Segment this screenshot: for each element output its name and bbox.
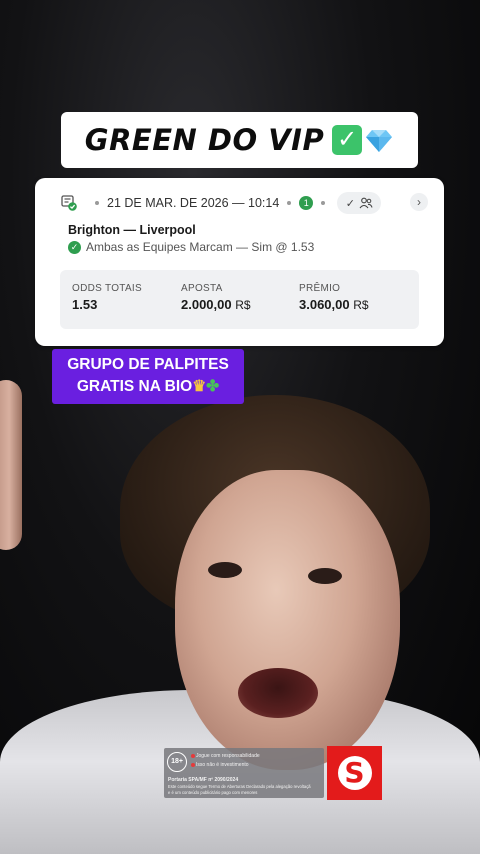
match-name: Brighton — Liverpool <box>68 223 196 237</box>
gem-stone-icon <box>366 130 393 152</box>
users-icon <box>359 197 373 209</box>
stake-label: APOSTA <box>181 283 223 294</box>
title-banner: GREEN DO VIP ✓ <box>61 112 418 168</box>
promo-line2-row: GRATIS NA BIO♛✤ <box>52 376 244 398</box>
disclaimer-line5: e é um conteúdo publicitário pago com me… <box>168 790 258 795</box>
promo-line2: GRATIS NA BIO <box>76 378 193 395</box>
checkmark-icon: ✓ <box>345 197 355 210</box>
bet-slip-card[interactable]: 21 DE MAR. DE 2026 — 10:14 1 ✓ › Brighto… <box>35 178 444 346</box>
chevron-right-icon[interactable]: › <box>410 193 428 211</box>
red-dot-icon <box>191 754 195 758</box>
white-check-mark-icon: ✓ <box>332 125 363 155</box>
ticket-check-icon <box>61 195 77 211</box>
bet-header: 21 DE MAR. DE 2026 — 10:14 1 ✓ <box>61 192 382 214</box>
disclaimer-line2: Isso não é investimento <box>196 762 249 768</box>
title-text: GREEN DO VIP <box>84 123 325 157</box>
left-eye <box>208 562 242 578</box>
age-restriction-badge: 18+ <box>167 752 187 772</box>
promo-banner: GRUPO DE PALPITES GRATIS NA BIO♛✤ <box>52 349 244 404</box>
total-odds-value: 1.53 <box>72 297 98 312</box>
four-leaf-clover-icon: ✤ <box>206 378 220 395</box>
total-odds-label: ODDS TOTAIS <box>72 283 142 294</box>
disclaimer-line3: Portaria SPA/MF nº 2090/2024 <box>168 777 239 783</box>
prize-value: 3.060,00 <box>299 297 350 312</box>
stake-amount: 2.000,00 R$ <box>181 297 251 312</box>
total-odds: ODDS TOTAIS 1.53 <box>72 283 142 312</box>
face <box>175 470 400 770</box>
separator-dot <box>287 201 292 205</box>
selections-count-badge: 1 <box>299 196 314 210</box>
stake-value: 2.000,00 <box>181 297 232 312</box>
stake: APOSTA 2.000,00 R$ <box>181 283 251 312</box>
right-eye <box>308 568 342 584</box>
bet-summary: ODDS TOTAIS 1.53 APOSTA 2.000,00 R$ PRÊM… <box>60 270 419 329</box>
share-pill[interactable]: ✓ <box>337 192 382 214</box>
logo-letter: S <box>337 756 372 790</box>
open-mouth <box>238 668 318 718</box>
separator-dot <box>95 201 99 205</box>
red-dot-icon <box>191 763 195 767</box>
market-text: Ambas as Equipes Marcam — Sim @ 1.53 <box>86 240 315 254</box>
bet-date: 21 DE MAR. DE 2026 — 10:14 <box>107 196 280 210</box>
check-circle-icon: ✓ <box>68 240 81 254</box>
crown-icon: ♛ <box>192 378 207 395</box>
prize: PRÊMIO 3.060,00 R$ <box>299 283 369 312</box>
bet-market: ✓ Ambas as Equipes Marcam — Sim @ 1.53 <box>68 240 314 254</box>
disclaimer-line1: Jogue com responsabilidade <box>196 753 260 759</box>
prize-amount: 3.060,00 R$ <box>299 297 369 312</box>
raised-hand <box>0 380 22 550</box>
disclaimer-line4: Este conteúdo segue Termo de Aberturas D… <box>168 784 311 789</box>
prize-label: PRÊMIO <box>299 283 341 294</box>
prize-currency: R$ <box>353 298 369 312</box>
promo-line1: GRUPO DE PALPITES <box>67 356 229 373</box>
stake-currency: R$ <box>235 298 251 312</box>
responsible-gaming-disclaimer: 18+ Jogue com responsabilidade Isso não … <box>164 748 324 798</box>
sportsbook-logo: S <box>327 746 382 800</box>
separator-dot <box>321 201 326 205</box>
